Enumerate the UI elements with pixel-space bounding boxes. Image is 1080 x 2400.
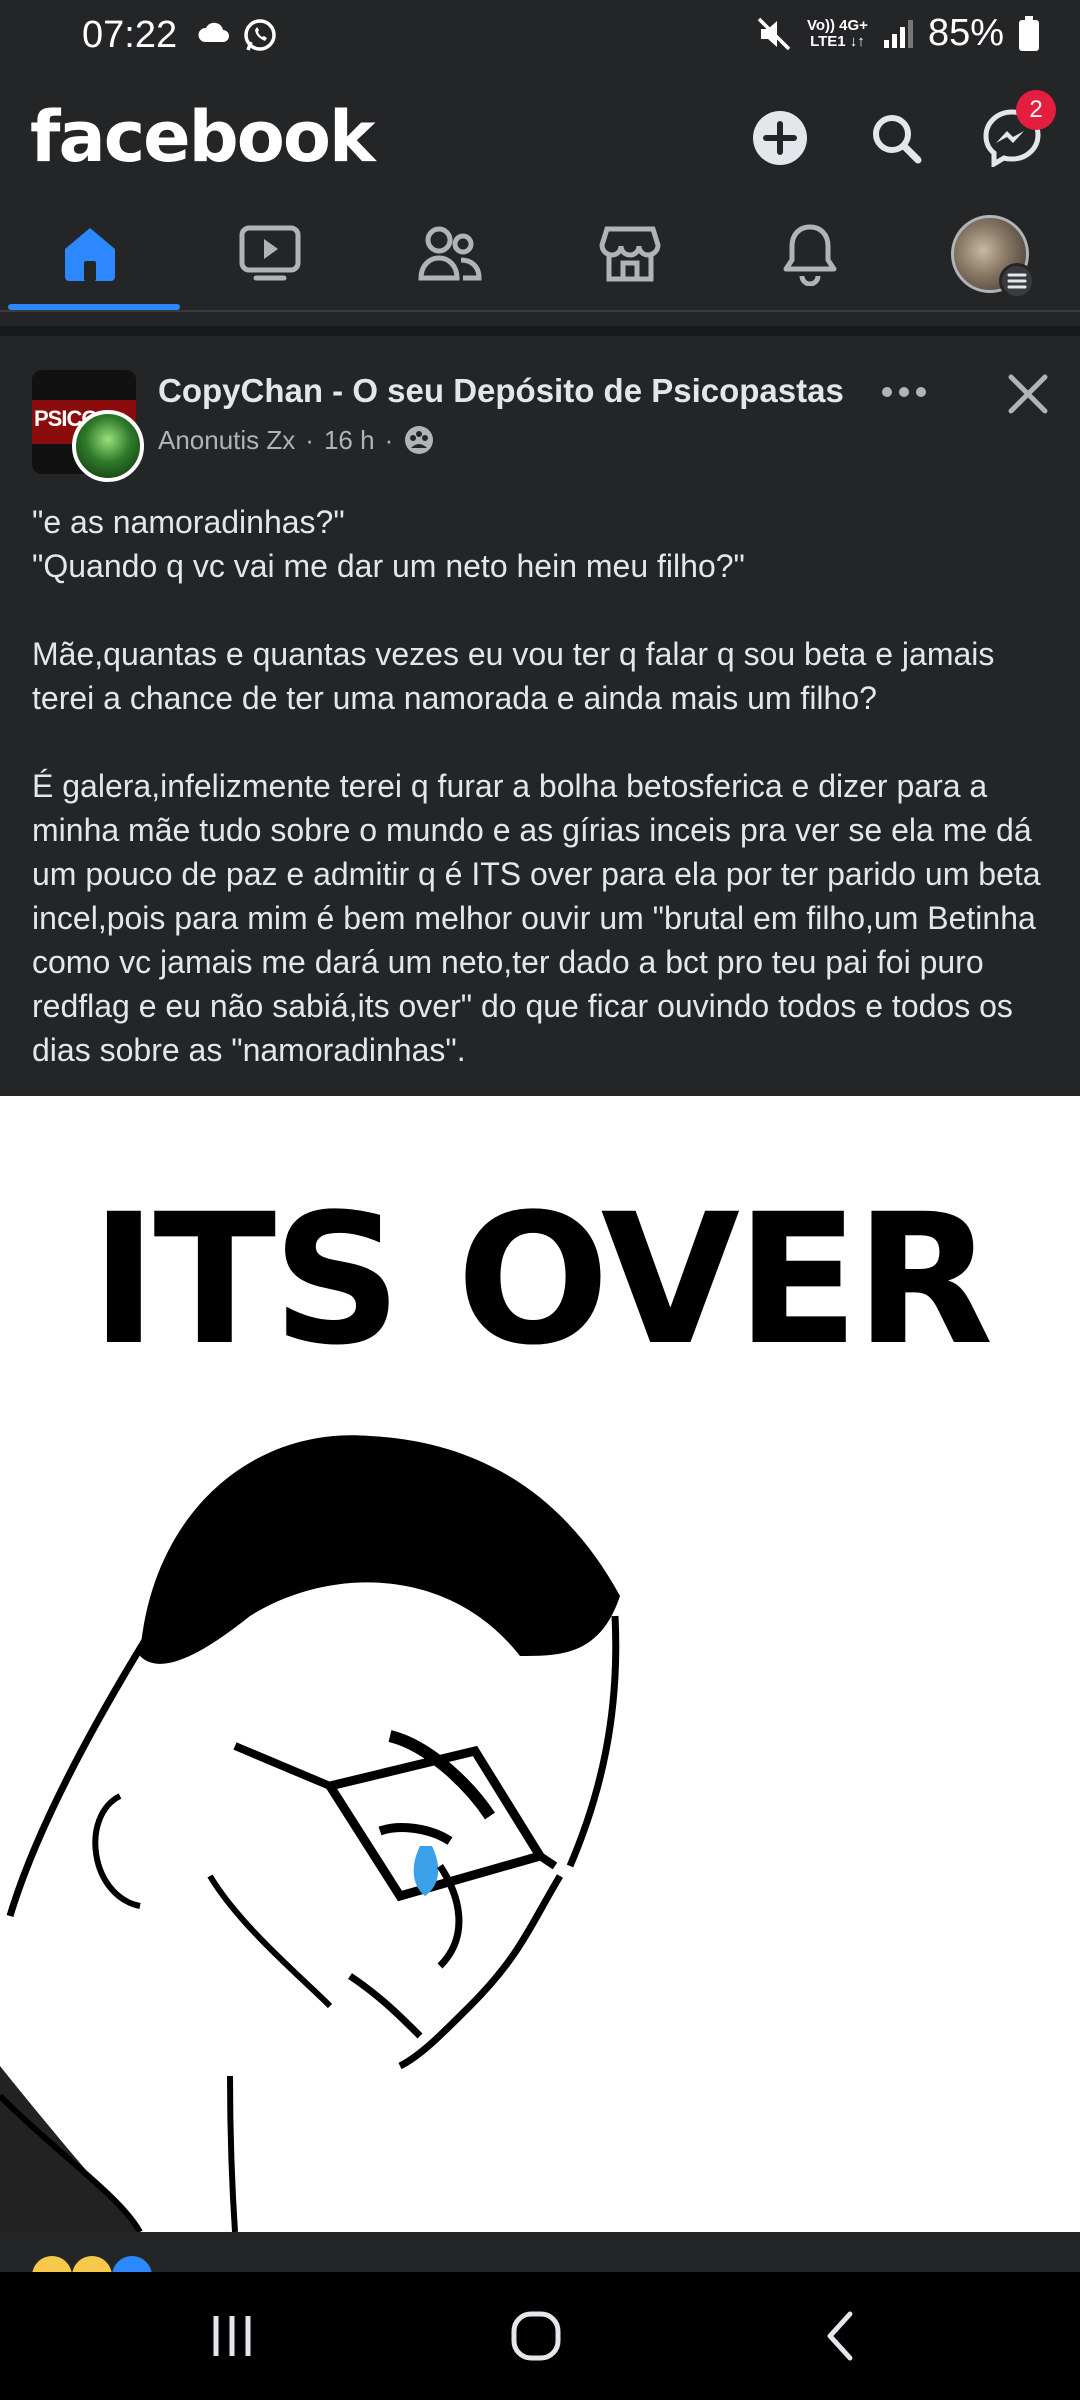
status-right-icons: Vo)) 4G+ LTE1 ↓↑ 85% <box>755 12 1040 55</box>
home-icon <box>65 228 115 281</box>
mute-icon <box>757 17 791 50</box>
video-icon <box>239 225 301 281</box>
tab-friends[interactable] <box>360 198 540 310</box>
author-avatar[interactable] <box>72 410 144 482</box>
crying-wojak-drawing <box>0 1435 620 2232</box>
post-body: "e as namoradinhas?" "Quando q vc vai me… <box>32 500 1062 1072</box>
recent-apps-icon <box>213 2316 251 2356</box>
back-button[interactable] <box>780 2292 900 2380</box>
more-icon <box>882 387 926 397</box>
network-top-text: Vo)) 4G+ <box>806 16 868 34</box>
tab-watch[interactable] <box>180 198 360 310</box>
post-image[interactable]: ITS OVER <box>0 1096 1080 2232</box>
post-header: PSICO CopyChan - O seu Depósito de Psico… <box>0 340 1080 490</box>
post-page-name[interactable]: CopyChan - O seu Depósito de Psicopastas <box>158 372 844 410</box>
hide-post-button[interactable] <box>1000 366 1056 422</box>
search-icon <box>873 115 922 164</box>
app-header: facebook 2 <box>0 78 1080 198</box>
whatsapp-icon <box>244 19 276 51</box>
battery-percent: 85% <box>927 12 1004 54</box>
search-button[interactable] <box>860 102 932 174</box>
plus-icon <box>753 111 807 165</box>
messenger-badge: 2 <box>1016 90 1056 130</box>
back-icon <box>827 2311 853 2361</box>
post-options-button[interactable] <box>876 370 932 414</box>
status-bar: 07:22 Vo)) 4G+ LTE1 ↓↑ 85% <box>0 0 1080 78</box>
group-privacy-icon <box>405 426 434 454</box>
main-tabs <box>0 198 1080 312</box>
marketplace-icon <box>599 226 661 282</box>
close-icon <box>1008 374 1048 414</box>
post-paragraph: É galera,infelizmente terei q furar a bo… <box>32 768 1041 1068</box>
network-bottom-text: LTE1 ↓↑ <box>810 32 865 50</box>
signal-icon <box>883 19 913 48</box>
bell-icon <box>783 224 837 286</box>
post-paragraph: "e as namoradinhas?" "Quando q vc vai me… <box>32 504 745 584</box>
post-paragraph: Mãe,quantas e quantas vezes eu vou ter q… <box>32 636 995 716</box>
facebook-logo[interactable]: facebook <box>30 96 376 178</box>
friends-icon <box>418 226 482 281</box>
tab-notifications[interactable] <box>720 198 900 310</box>
status-left-icons <box>196 18 278 54</box>
post-author[interactable]: Anonutis Zx <box>158 425 295 456</box>
cloud-icon <box>198 22 229 42</box>
post-time[interactable]: 16 h <box>324 425 375 456</box>
home-nav-icon <box>511 2311 561 2361</box>
tab-profile-menu[interactable] <box>900 198 1080 310</box>
feed-divider <box>0 326 1080 336</box>
create-button[interactable] <box>744 102 816 174</box>
profile-avatar <box>951 215 1035 299</box>
menu-icon <box>999 263 1035 299</box>
post-meta: Anonutis Zx · 16 h · <box>158 424 435 456</box>
reactions-row[interactable] <box>0 2232 1080 2296</box>
battery-icon <box>1019 15 1039 51</box>
tab-marketplace[interactable] <box>540 198 720 310</box>
network-indicator: Vo)) 4G+ LTE1 ↓↑ <box>806 16 868 50</box>
tab-home[interactable] <box>0 198 180 310</box>
meta-separator: · <box>305 424 314 455</box>
system-nav-bar <box>0 2272 1080 2400</box>
meta-separator: · <box>384 424 394 455</box>
recent-apps-button[interactable] <box>172 2292 292 2380</box>
messenger-button[interactable]: 2 <box>976 90 1056 174</box>
status-time: 07:22 <box>82 14 178 56</box>
home-nav-button[interactable] <box>476 2292 596 2380</box>
